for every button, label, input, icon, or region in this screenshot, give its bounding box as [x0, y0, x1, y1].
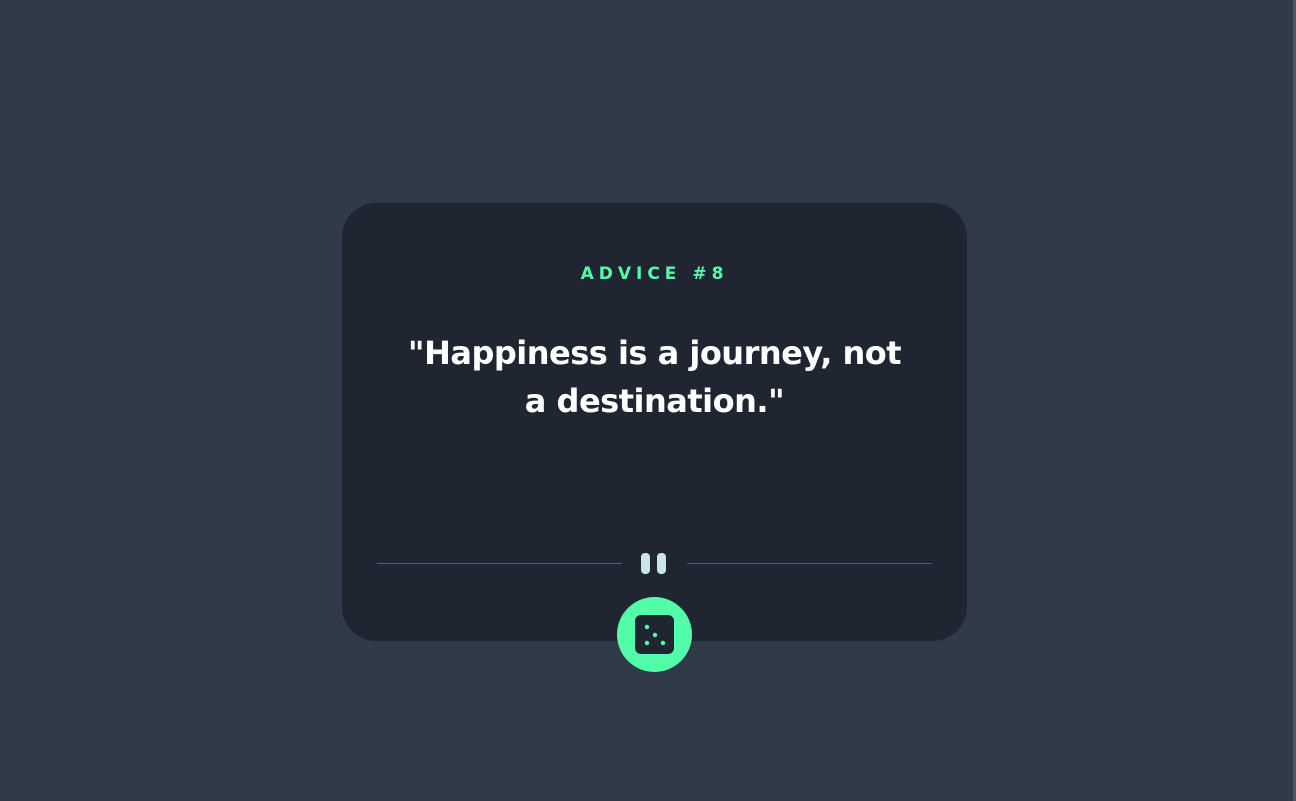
dice-icon	[635, 615, 674, 654]
divider-line-right	[687, 563, 932, 564]
generate-advice-button[interactable]	[617, 597, 692, 672]
advice-id: ADVICE #8	[580, 264, 729, 284]
advice-quote: "Happiness is a journey, not a destinati…	[407, 334, 902, 420]
pause-icon	[641, 553, 667, 574]
advice-card: ADVICE #8 "Happiness is a journey, not a…	[342, 203, 967, 641]
divider-line-left	[377, 563, 622, 564]
page: ADVICE #8 "Happiness is a journey, not a…	[0, 0, 1296, 801]
